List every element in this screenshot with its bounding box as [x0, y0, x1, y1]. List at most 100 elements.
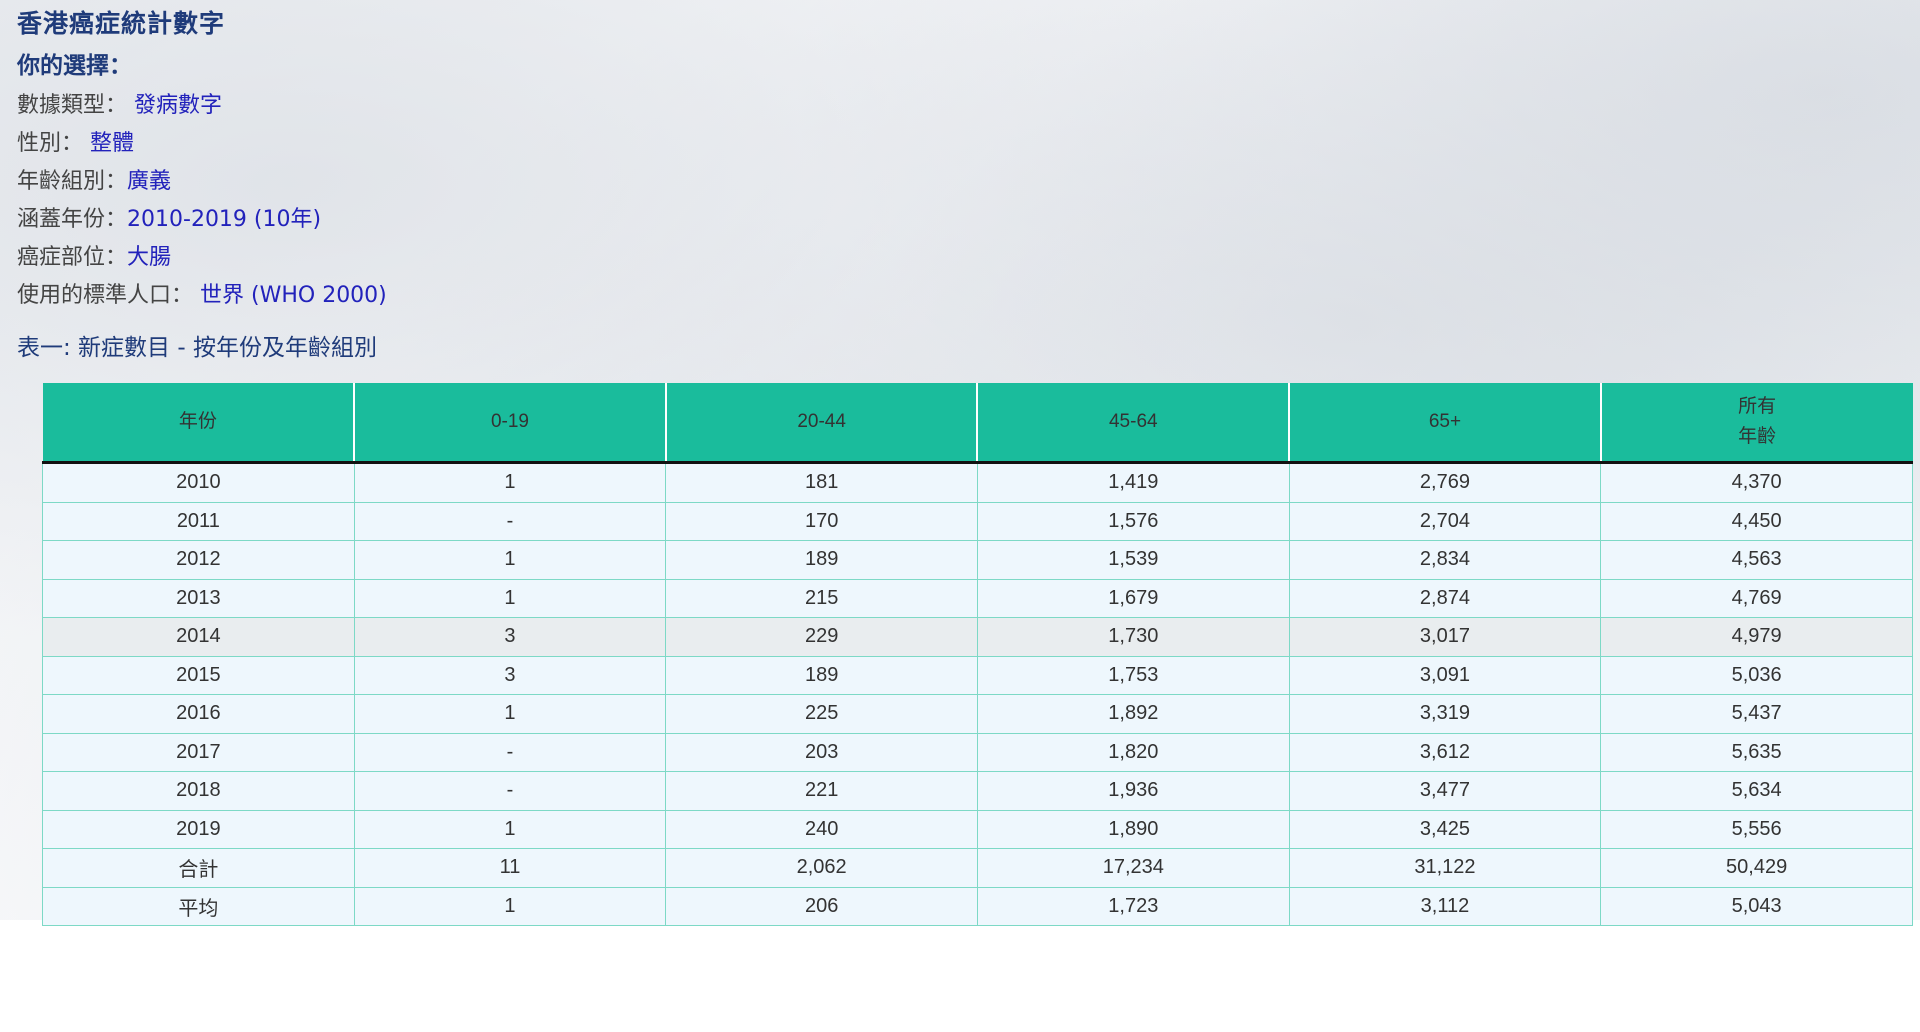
selection-label: 性別：	[17, 131, 84, 156]
cell-age-65-plus: 2,704	[1288, 501, 1602, 541]
cell-year: 2010	[42, 462, 355, 503]
cell-age-0-19: -	[353, 501, 667, 541]
selection-value: 廣義	[127, 169, 172, 194]
cell-age-45-64: 1,539	[976, 540, 1290, 580]
cell-all-ages: 5,437	[1600, 694, 1913, 734]
cell-age-20-44: 189	[665, 540, 978, 580]
cell-year: 2015	[42, 655, 355, 695]
cell-age-45-64: 1,730	[976, 617, 1290, 657]
selection-label: 癌症部位：	[17, 245, 128, 270]
cell-age-45-64: 1,419	[976, 462, 1290, 503]
selection-value: 大腸	[127, 245, 172, 270]
cell-age-45-64: 1,723	[976, 886, 1290, 926]
cell-year: 2012	[42, 540, 355, 580]
header-all-ages-line1: 所有	[1738, 396, 1777, 417]
cell-age-20-44: 225	[665, 694, 978, 734]
cell-year: 2011	[42, 501, 355, 541]
header-age-45-64: 45-64	[976, 383, 1290, 464]
header-all-ages: 所有 年齡	[1599, 383, 1913, 464]
selection-years: 涵蓋年份：2010-2019 (10年)	[17, 201, 321, 233]
selection-value: 世界 (WHO 2000)	[193, 283, 387, 308]
cell-age-0-19: 1	[353, 809, 667, 849]
data-table-wrapper: 年份 0-19 20-44 45-64 65+ 所有 年齡 2010 1 181 1,4…	[42, 383, 1913, 926]
cell-age-0-19: 1	[353, 886, 667, 926]
cell-age-45-64: 17,234	[976, 848, 1290, 888]
cell-age-20-44: 229	[665, 617, 978, 657]
cell-age-20-44: 170	[665, 501, 978, 541]
header-year: 年份	[42, 383, 355, 464]
selection-label: 涵蓋年份：	[17, 207, 128, 232]
incidence-table: 年份 0-19 20-44 45-64 65+ 所有 年齡 2010 1 181 1,4…	[42, 383, 1913, 926]
selection-value: 發病數字	[127, 93, 223, 118]
cell-year: 2013	[42, 578, 355, 618]
cell-age-45-64: 1,890	[976, 809, 1290, 849]
selection-label: 數據類型：	[17, 93, 128, 118]
header-age-0-19: 0-19	[353, 383, 666, 464]
cell-all-ages: 5,036	[1600, 655, 1913, 695]
cell-age-45-64: 1,892	[976, 694, 1290, 734]
selection-label: 使用的標準人口：	[17, 283, 194, 308]
cell-all-ages: 50,429	[1600, 848, 1913, 888]
cell-age-0-19: 1	[353, 540, 667, 580]
cell-age-45-64: 1,820	[976, 732, 1290, 772]
table-row: 2012 1 189 1,539 2,834 4,563	[42, 540, 1913, 580]
table-row: 2018-221 1,936 3,477 5,634	[42, 771, 1913, 811]
table-row: 2014 3 229 1,730 3,017 4,979	[42, 617, 1913, 657]
selection-gender: 性別： 整體	[17, 125, 134, 157]
header-all-ages-line2: 年齡	[1738, 426, 1777, 447]
cell-all-ages: 5,634	[1600, 771, 1913, 811]
cell-all-ages: 4,450	[1600, 501, 1913, 541]
selection-standard-population: 使用的標準人口： 世界 (WHO 2000)	[17, 277, 387, 309]
cell-age-20-44: 181	[665, 462, 978, 503]
cell-year: 2017	[42, 732, 355, 772]
cell-all-ages: 4,370	[1600, 462, 1913, 503]
cell-age-65-plus: 3,091	[1288, 655, 1602, 695]
cell-age-65-plus: 31,122	[1288, 848, 1602, 888]
cell-age-20-44: 203	[665, 732, 978, 772]
cell-age-0-19: -	[353, 732, 667, 772]
selection-data-type: 數據類型： 發病數字	[17, 87, 222, 119]
cell-all-ages: 4,769	[1600, 578, 1913, 618]
cell-all-ages: 4,979	[1600, 617, 1913, 657]
selection-cancer-site: 癌症部位：大腸	[17, 239, 171, 271]
table-row: 2017-203 1,820 3,612 5,635	[42, 732, 1913, 772]
cell-age-65-plus: 3,477	[1288, 771, 1602, 811]
table-row: 2010 1 181 1,419 2,769 4,370	[42, 462, 1913, 503]
page-title: 香港癌症統計數字	[17, 9, 226, 38]
table-body: 2010 1 181 1,419 2,769 4,370 2011-170 1,576 2,70…	[42, 462, 1913, 926]
cell-year: 2014	[42, 617, 355, 657]
cell-age-65-plus: 3,425	[1288, 809, 1602, 849]
header-age-65-plus: 65+	[1288, 383, 1601, 464]
choice-heading: 你的選擇：	[17, 53, 132, 79]
header-age-20-44: 20-44	[664, 383, 978, 464]
cell-all-ages: 4,563	[1600, 540, 1913, 580]
cell-year: 平均	[42, 886, 355, 926]
cell-age-45-64: 1,679	[976, 578, 1290, 618]
cell-year: 2018	[42, 771, 355, 811]
selection-age-group: 年齡組別：廣義	[17, 163, 171, 195]
table-row: 合計 11 2,062 17,234 31,122 50,429	[42, 848, 1913, 888]
cell-age-65-plus: 2,769	[1288, 462, 1602, 503]
cell-age-65-plus: 2,834	[1288, 540, 1602, 580]
table-row: 2013 1 215 1,679 2,874 4,769	[42, 578, 1913, 618]
table-row: 2016 1 225 1,892 3,319 5,437	[42, 694, 1913, 734]
table-header-row: 年份 0-19 20-44 45-64 65+ 所有年齡	[42, 383, 1913, 464]
cell-age-20-44: 221	[665, 771, 978, 811]
table-row: 2015 3 189 1,753 3,091 5,036	[42, 655, 1913, 695]
cell-year: 2016	[42, 694, 355, 734]
selection-label: 年齡組別：	[17, 169, 128, 194]
cell-age-20-44: 2,062	[665, 848, 978, 888]
cell-age-65-plus: 3,612	[1288, 732, 1602, 772]
cell-age-0-19: 3	[353, 617, 667, 657]
cell-age-45-64: 1,576	[976, 501, 1290, 541]
cell-year: 合計	[42, 848, 355, 888]
cell-age-0-19: 1	[353, 694, 667, 734]
cell-age-0-19: 3	[353, 655, 667, 695]
cell-age-20-44: 189	[665, 655, 978, 695]
selection-value: 2010-2019 (10年)	[127, 207, 322, 232]
cell-age-0-19: 1	[353, 462, 667, 503]
table-row: 平均 1 206 1,723 3,112 5,043	[42, 886, 1913, 926]
cell-age-20-44: 206	[665, 886, 978, 926]
cell-all-ages: 5,043	[1600, 886, 1913, 926]
cell-all-ages: 5,635	[1600, 732, 1913, 772]
